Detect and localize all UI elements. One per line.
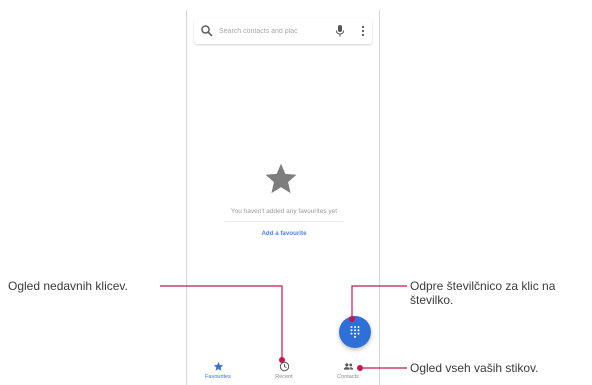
tab-recent-label: Recent — [275, 374, 293, 380]
people-icon — [343, 363, 353, 370]
tab-favourites-label: Favourites — [205, 374, 231, 380]
contacts-callout-text: Ogled vseh vaših stikov. — [410, 361, 539, 375]
phone-screen: You haven't added any favourites yet Add… — [186, 10, 380, 385]
bottom-navigation: Favourites Recent Contacts — [187, 358, 381, 385]
dialpad-button[interactable] — [339, 316, 371, 348]
tab-contacts-label: Contacts — [337, 374, 359, 380]
tab-recent[interactable]: Recent — [254, 358, 314, 385]
tab-favourites[interactable]: Favourites — [188, 358, 248, 385]
star-icon — [265, 163, 297, 194]
clock-icon — [279, 361, 289, 372]
divider — [225, 221, 343, 222]
search-icon[interactable] — [200, 24, 214, 38]
empty-favourites-message: You haven't added any favourites yet — [230, 208, 338, 215]
star-icon — [213, 361, 223, 371]
search-bar[interactable] — [194, 18, 372, 44]
more-vert-icon[interactable] — [360, 24, 366, 38]
tab-contacts[interactable]: Contacts — [318, 358, 378, 385]
search-input[interactable] — [219, 23, 331, 39]
recent-callout-text: Ogled nedavnih klicev. — [8, 279, 128, 293]
dialpad-callout-text-line2: številko. — [410, 293, 454, 307]
add-favourite-link[interactable]: Add a favourite — [187, 230, 381, 237]
mic-icon[interactable] — [335, 24, 345, 38]
dialpad-icon — [350, 326, 360, 338]
dialpad-callout-text-line1: Odpre številčnico za klic na — [410, 279, 556, 293]
